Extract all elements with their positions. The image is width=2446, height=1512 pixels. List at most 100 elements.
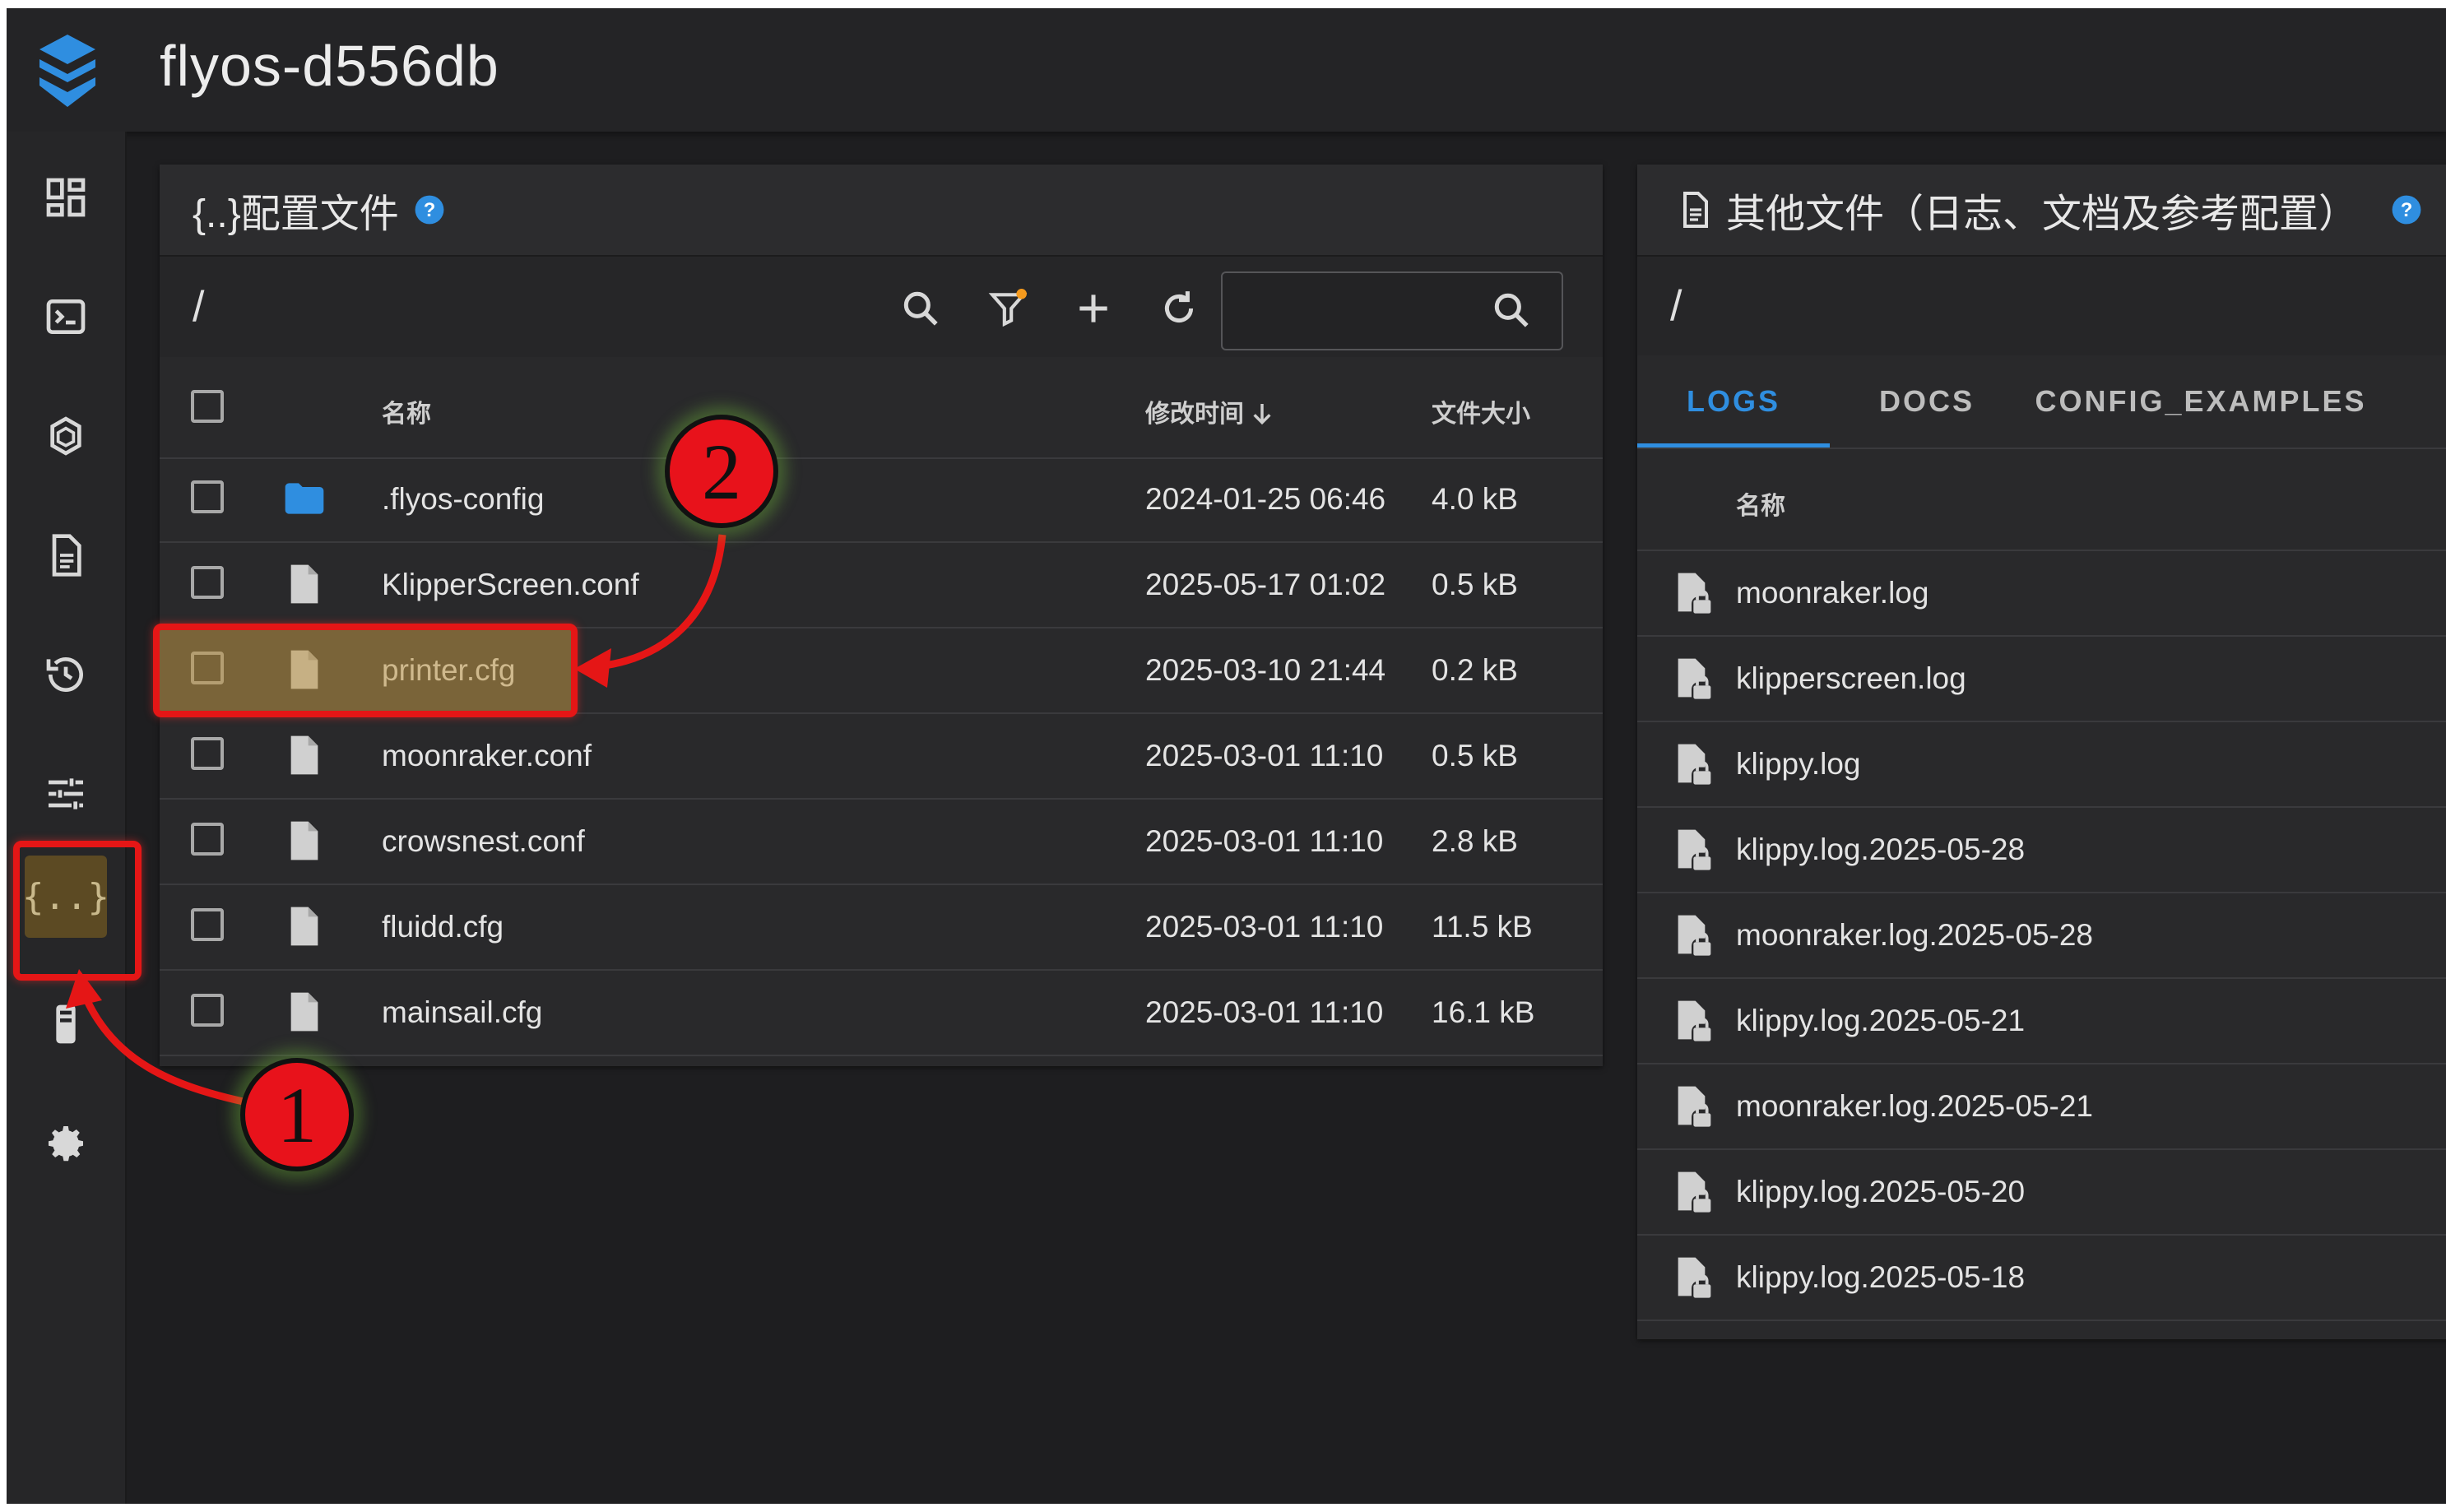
list-item[interactable]: moonraker.log.2025-05-28 [1637, 893, 2446, 979]
file-icon [290, 564, 318, 604]
column-name[interactable]: 名称 [382, 393, 431, 429]
filter-icon[interactable] [987, 288, 1028, 329]
file-name: klippy.log.2025-05-28 [1736, 833, 2026, 866]
app-logo-icon[interactable] [36, 31, 99, 110]
file-icon [52, 534, 81, 577]
refresh-icon[interactable] [1158, 288, 1200, 329]
arrow-down-icon [1253, 404, 1271, 425]
highlight-box-config-nav [13, 841, 142, 981]
nav-files[interactable] [25, 514, 107, 596]
tune-icon [49, 778, 83, 809]
list-item[interactable]: klippy.log [1637, 722, 2446, 808]
nav-console[interactable] [25, 276, 107, 358]
select-all-checkbox[interactable] [191, 390, 224, 423]
annotation-badge-2: 2 [665, 415, 778, 528]
file-name: klipperscreen.log [1736, 661, 1966, 695]
file-name: moonraker.log.2025-05-28 [1736, 918, 2094, 952]
list-item[interactable]: moonraker.log.2025-05-21 [1637, 1064, 2446, 1150]
app-window: flyos-d556db {..} {..}配置文件 ? / 名称 修改时间 文… [7, 8, 2446, 1504]
config-panel-title: {..}配置文件 [193, 192, 399, 236]
document-icon [1683, 192, 1708, 228]
file-name: klippy.log [1736, 747, 1861, 781]
file-name: moonraker.log.2025-05-21 [1736, 1089, 2094, 1123]
app-title: flyos-d556db [160, 34, 499, 98]
row-checkbox[interactable] [191, 480, 224, 513]
file-size: 0.5 kB [1432, 739, 1518, 772]
file-name: mainsail.cfg [382, 995, 543, 1029]
help-icon[interactable]: ? [2391, 194, 2422, 225]
console-icon [46, 299, 86, 334]
system-icon [56, 1004, 76, 1044]
list-item[interactable]: moonraker.log [1637, 551, 2446, 637]
other-files-panel: 其他文件（日志、文档及参考配置） ? / LOGS DOCS CONFIG_EX… [1637, 165, 2446, 1339]
dashboard-icon [46, 178, 86, 217]
column-name[interactable]: 名称 [1736, 485, 1785, 522]
file-size: 4.0 kB [1432, 482, 1518, 516]
breadcrumb[interactable]: / [193, 282, 204, 332]
file-name: fluidd.cfg [382, 910, 504, 944]
tab-docs[interactable]: DOCS [1830, 357, 2024, 446]
nav-system[interactable] [25, 983, 107, 1065]
file-icon [290, 992, 318, 1032]
settings-icon [49, 1126, 83, 1162]
breadcrumb[interactable]: / [1670, 281, 1682, 331]
list-item[interactable]: klippy.log.2025-05-28 [1637, 808, 2446, 893]
file-modified: 2025-03-10 21:44 [1145, 653, 1386, 687]
list-item[interactable]: klippy.log.2025-05-20 [1637, 1150, 2446, 1236]
file-size: 0.2 kB [1432, 653, 1518, 687]
row-checkbox[interactable] [191, 823, 224, 856]
add-icon[interactable] [1073, 288, 1114, 329]
history-icon [46, 657, 83, 692]
file-name: KlipperScreen.conf [382, 568, 639, 601]
row-checkbox[interactable] [191, 737, 224, 770]
file-size: 2.8 kB [1432, 824, 1518, 858]
file-size: 0.5 kB [1432, 568, 1518, 601]
file-name: moonraker.log [1736, 576, 1929, 610]
nav-history[interactable] [25, 633, 107, 716]
nav-dashboard[interactable] [25, 156, 107, 239]
row-checkbox[interactable] [191, 908, 224, 941]
file-name: klippy.log.2025-05-21 [1736, 1004, 2026, 1037]
svg-text:?: ? [423, 199, 435, 221]
file-name: klippy.log.2025-05-18 [1736, 1260, 2026, 1294]
table-row[interactable]: .flyos-config 2024-01-25 06:46 4.0 kB [160, 457, 1603, 543]
nav-settings[interactable] [25, 1102, 107, 1185]
tab-logs[interactable]: LOGS [1637, 357, 1830, 448]
list-item[interactable]: klippy.log.2025-05-18 [1637, 1236, 2446, 1321]
table-row[interactable]: fluidd.cfg 2025-03-01 11:10 11.5 kB [160, 885, 1603, 971]
search-input[interactable] [1221, 271, 1563, 350]
config-panel-header: {..}配置文件 ? [160, 165, 1603, 257]
nav-tune[interactable] [25, 753, 107, 835]
row-checkbox[interactable] [191, 566, 224, 599]
file-size: 16.1 kB [1432, 995, 1535, 1029]
file-modified: 2025-03-01 11:10 [1145, 824, 1384, 858]
column-modified[interactable]: 修改时间 [1145, 393, 1275, 429]
file-lock-icon [1678, 744, 1711, 785]
table-row[interactable]: KlipperScreen.conf 2025-05-17 01:02 0.5 kB [160, 543, 1603, 628]
help-icon[interactable]: ? [414, 194, 445, 225]
search-icon[interactable] [900, 288, 941, 329]
tab-config-examples[interactable]: CONFIG_EXAMPLES [2024, 357, 2378, 446]
table-row[interactable]: crowsnest.conf 2025-03-01 11:10 2.8 kB [160, 800, 1603, 885]
annotation-badge-1: 1 [240, 1058, 354, 1171]
svg-text:?: ? [2401, 199, 2413, 221]
file-size: 11.5 kB [1432, 910, 1533, 944]
file-modified: 2024-01-25 06:46 [1145, 482, 1386, 516]
file-name: moonraker.conf [382, 739, 592, 772]
file-modified: 2025-03-01 11:10 [1145, 739, 1384, 772]
list-item[interactable]: klippy.log.2025-05-21 [1637, 979, 2446, 1064]
other-path-bar: / [1637, 257, 2446, 355]
row-checkbox[interactable] [191, 994, 224, 1027]
file-lock-icon [1678, 829, 1711, 870]
search-icon [1494, 293, 1529, 327]
file-icon [290, 821, 318, 860]
file-name: .flyos-config [382, 482, 545, 516]
other-table-header: 名称 [1637, 448, 2446, 551]
table-row[interactable]: mainsail.cfg 2025-03-01 11:10 16.1 kB [160, 971, 1603, 1056]
file-name: klippy.log.2025-05-20 [1736, 1175, 2026, 1208]
file-icon [290, 907, 318, 946]
nav-jobs[interactable] [25, 395, 107, 477]
list-item[interactable]: klipperscreen.log [1637, 637, 2446, 722]
column-size[interactable]: 文件大小 [1432, 393, 1530, 429]
table-row[interactable]: moonraker.conf 2025-03-01 11:10 0.5 kB [160, 714, 1603, 800]
